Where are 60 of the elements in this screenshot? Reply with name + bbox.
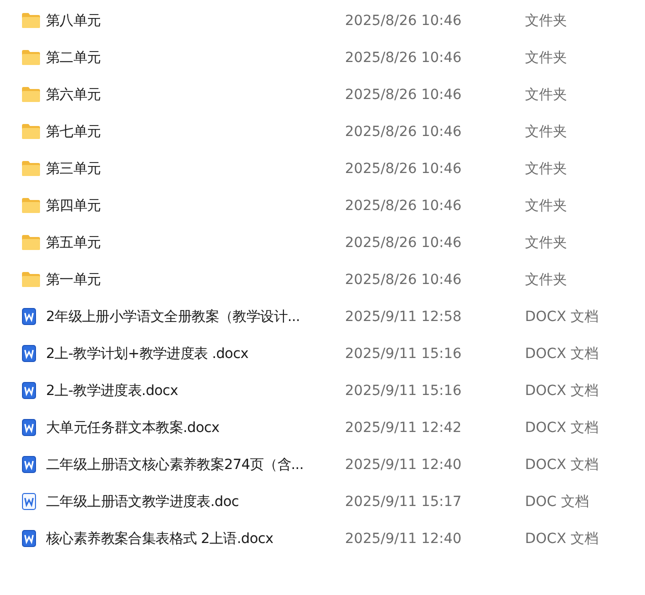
file-type: 文件夹 [525,122,568,140]
file-type: 文件夹 [525,196,568,214]
modified-date: 2025/8/26 10:46 [345,50,463,66]
modified-date: 2025/9/11 12:40 [345,530,463,546]
file-type: DOC 文档 [525,492,590,510]
modified-date: 2025/8/26 10:46 [345,160,463,176]
file-name[interactable]: 核心素养教案合集表格式 2上语.docx [46,530,345,548]
file-type: 文件夹 [525,234,568,252]
modified-date: 2025/9/11 15:16 [345,346,463,362]
folder-icon [22,124,40,139]
folder-icon [22,272,40,287]
file-type: 文件夹 [525,160,568,178]
word-document-icon [22,419,36,436]
file-name[interactable]: 二年级上册语文核心素养教案274页（含... [46,456,345,474]
modified-date: 2025/8/26 10:46 [345,124,463,140]
file-name[interactable]: 第八单元 [46,12,345,30]
file-type: DOCX 文档 [525,308,600,326]
modified-date: 2025/9/11 12:40 [345,456,463,472]
file-name[interactable]: 2上-教学进度表.docx [46,382,345,400]
folder-icon [22,198,40,213]
modified-date: 2025/8/26 10:46 [345,272,463,288]
folder-icon [22,50,40,65]
file-name[interactable]: 第一单元 [46,270,345,288]
file-name[interactable]: 第三单元 [46,160,345,178]
word-document-icon [22,456,36,473]
folder-icon [22,161,40,176]
file-name[interactable]: 二年级上册语文教学进度表.doc [46,492,345,510]
modified-date: 2025/8/26 10:46 [345,234,463,250]
file-type: DOCX 文档 [525,344,600,362]
modified-date: 2025/9/11 15:17 [345,494,463,510]
folder-icon [22,13,40,28]
word-document-icon [22,530,36,547]
word-document-icon [22,345,36,362]
file-type: DOCX 文档 [525,530,600,548]
modified-date: 2025/9/11 12:42 [345,420,463,436]
modified-date: 2025/8/26 10:46 [345,86,463,102]
word-document-icon [22,382,36,399]
word-document-icon [22,493,36,510]
folder-icon [22,87,40,102]
file-type: 文件夹 [525,86,568,104]
file-type: 文件夹 [525,12,568,30]
file-name[interactable]: 大单元任务群文本教案.docx [46,418,345,436]
file-name[interactable]: 第五单元 [46,234,345,252]
file-name[interactable]: 第七单元 [46,122,345,140]
file-type: 文件夹 [525,48,568,66]
file-name[interactable]: 2上-教学计划+教学进度表 .docx [46,344,345,362]
modified-date: 2025/9/11 12:58 [345,308,463,324]
modified-date: 2025/8/26 10:46 [345,198,463,214]
word-document-icon [22,308,36,325]
file-name[interactable]: 第六单元 [46,86,345,104]
file-type: DOCX 文档 [525,382,600,400]
file-name[interactable]: 第四单元 [46,196,345,214]
file-name[interactable]: 第二单元 [46,48,345,66]
folder-icon [22,235,40,250]
file-name[interactable]: 2年级上册小学语文全册教案（教学设计... [46,308,345,326]
file-type: DOCX 文档 [525,456,600,474]
modified-date: 2025/9/11 15:16 [345,382,463,398]
modified-date: 2025/8/26 10:46 [345,12,463,28]
file-type: 文件夹 [525,270,568,288]
file-type: DOCX 文档 [525,418,600,436]
